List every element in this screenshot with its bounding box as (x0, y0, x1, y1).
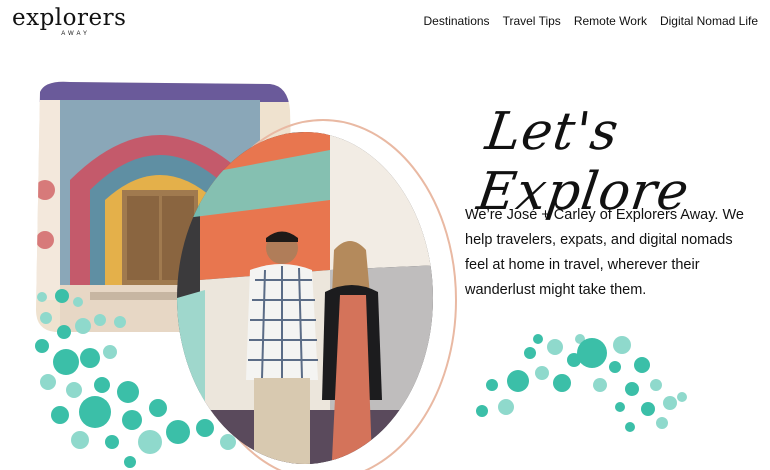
site-logo[interactable]: explorers AWAY (12, 6, 130, 40)
nav-item-destinations[interactable]: Destinations (424, 14, 490, 28)
logo-tagline: AWAY (61, 31, 90, 37)
main-nav: Destinations Travel Tips Remote Work Dig… (424, 14, 758, 28)
nav-item-remote-work[interactable]: Remote Work (574, 14, 647, 28)
logo-text: explorers (12, 5, 127, 31)
nav-item-travel-tips[interactable]: Travel Tips (503, 14, 561, 28)
nav-item-digital-nomad-life[interactable]: Digital Nomad Life (660, 14, 758, 28)
teal-dots-right (476, 334, 687, 432)
hero-collage (35, 81, 457, 470)
hero-intro: We’re José + Carley of Explorers Away. W… (465, 207, 744, 298)
